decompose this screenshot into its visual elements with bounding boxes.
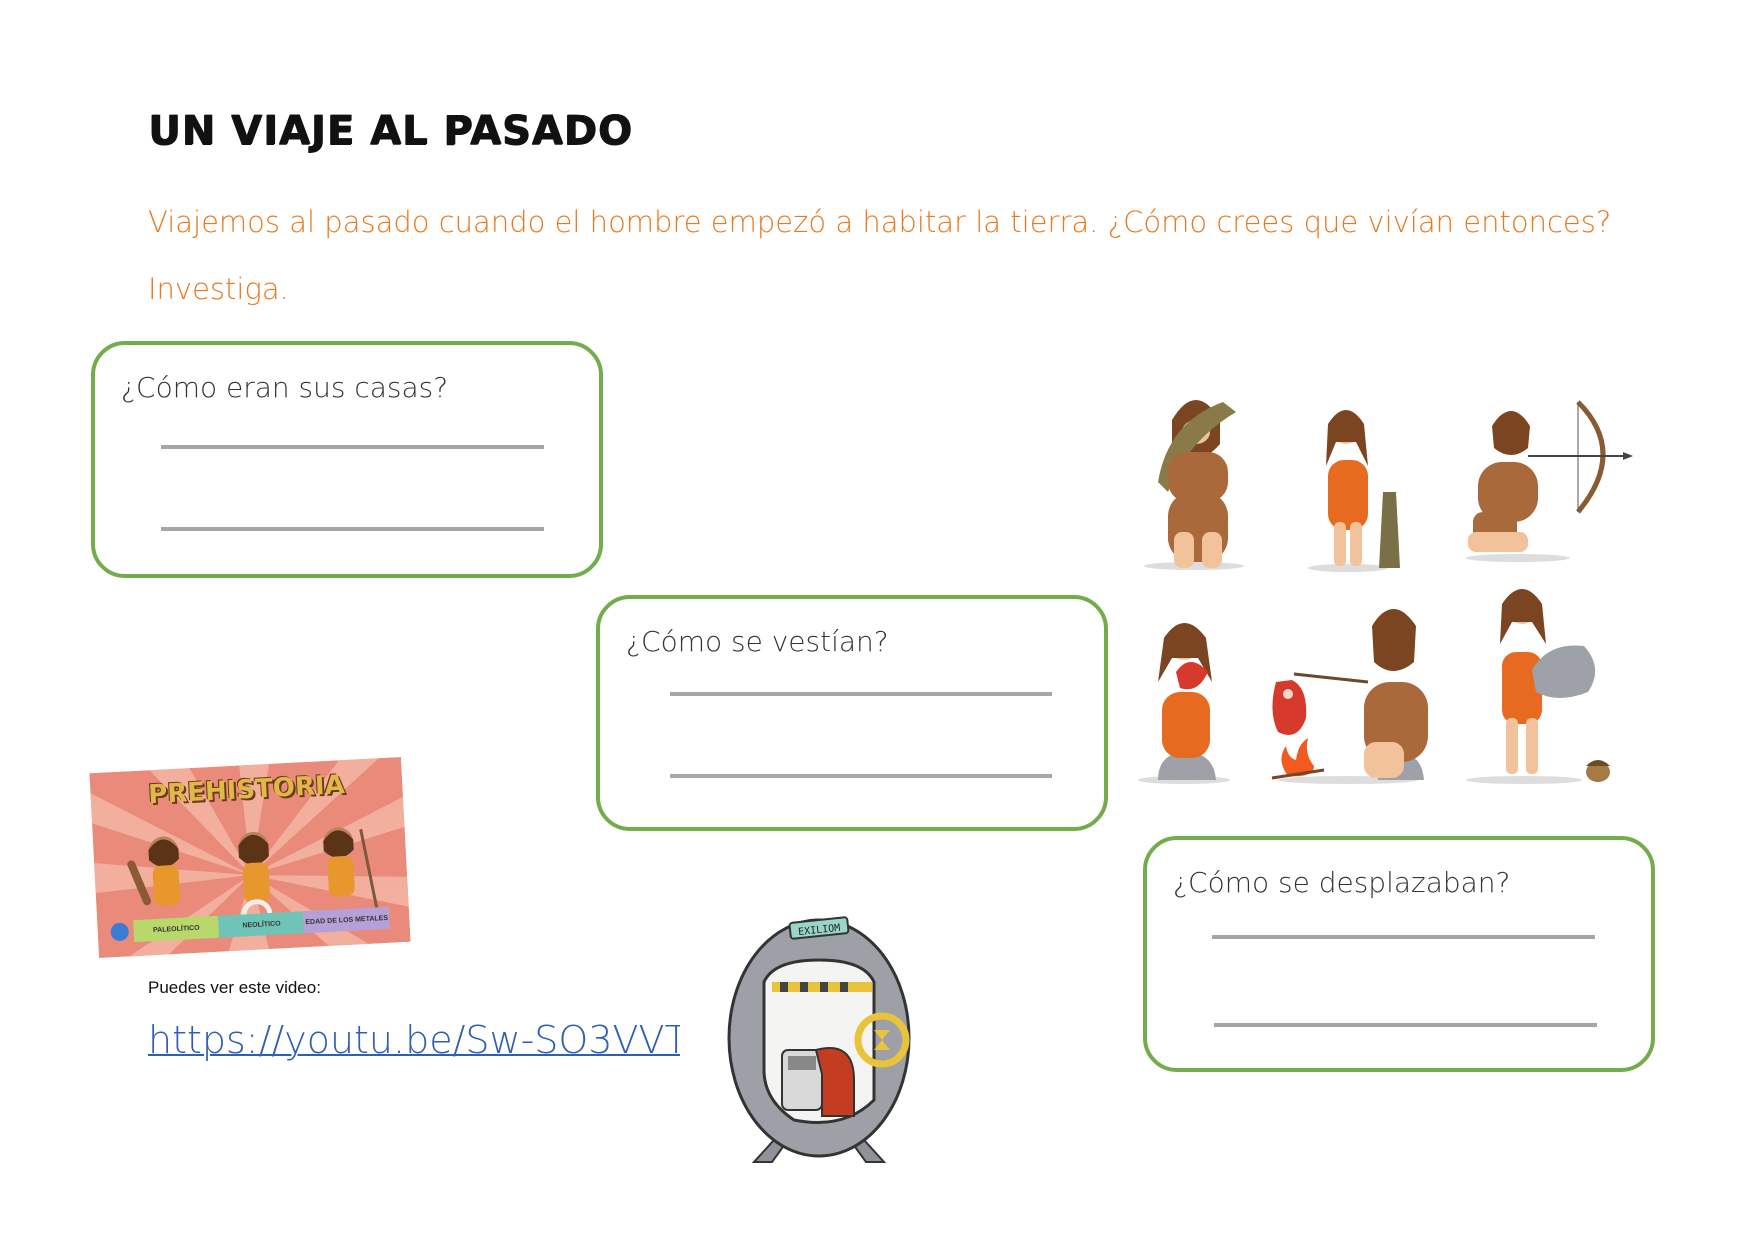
cavegirl-eating-icon: [1138, 623, 1230, 784]
video-link[interactable]: https://youtu.be/Sw-SO3VVTxAc: [148, 1018, 680, 1062]
cavewoman-rock-icon: [1466, 589, 1610, 784]
caveman-club-icon: [1144, 400, 1244, 570]
intro-instruction: Investiga.: [148, 272, 289, 306]
caveman-cooking-icon: [1271, 609, 1428, 784]
thumbnail-tab: NEOLÍTICO: [242, 919, 281, 929]
answer-line[interactable]: [670, 774, 1052, 778]
intro-text: Viajemos al pasado cuando el hombre empe…: [148, 205, 1612, 239]
video-label: Puedes ver este video:: [148, 978, 321, 997]
time-machine-capsule-icon: EXILIOM: [727, 916, 911, 1163]
answer-line[interactable]: [670, 692, 1052, 696]
page-title: UN VIAJE AL PASADO: [148, 108, 633, 154]
answer-line[interactable]: [1214, 1023, 1597, 1027]
question-box-clothes: ¿Cómo se vestían?: [596, 595, 1108, 831]
question-box-travel: ¿Cómo se desplazaban?: [1143, 836, 1655, 1072]
caveman-archer-icon: [1466, 400, 1633, 562]
question-text: ¿Cómo se desplazaban?: [1173, 866, 1511, 899]
answer-line[interactable]: [161, 527, 544, 531]
answer-line[interactable]: [1212, 935, 1595, 939]
answer-line[interactable]: [161, 445, 544, 449]
question-box-houses: ¿Cómo eran sus casas?: [91, 341, 603, 578]
cavemen-illustration: [1138, 400, 1633, 784]
thumbnail-tab: EDAD DE LOS METALES: [305, 914, 389, 926]
question-text: ¿Cómo se vestían?: [626, 625, 889, 658]
question-text: ¿Cómo eran sus casas?: [121, 371, 449, 404]
thumbnail-tab: PALEOLÍTICO: [152, 924, 200, 934]
cavewoman-club-icon: [1308, 410, 1400, 572]
video-thumbnail[interactable]: PREHISTORIA PALEOLÍTICO NEOLÍTICO EDAD D…: [89, 756, 411, 959]
